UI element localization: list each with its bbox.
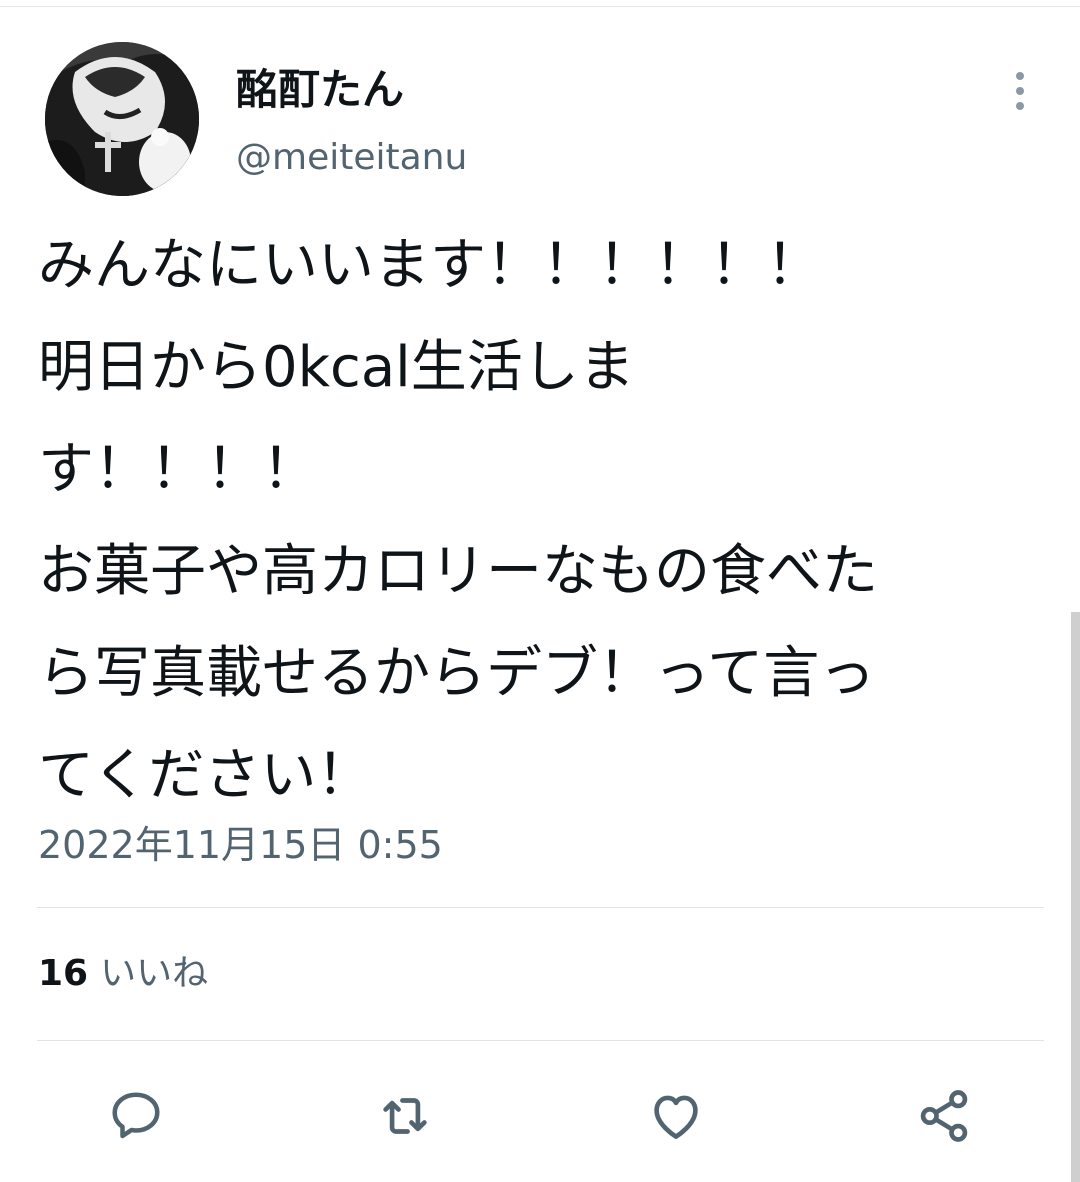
retweet-icon [383, 1098, 427, 1134]
reply-button[interactable] [100, 1080, 172, 1152]
likes-count: 16 [38, 953, 89, 994]
likes-stat[interactable]: 16 いいね [38, 948, 208, 1000]
display-name[interactable]: 酩酊たん [236, 62, 404, 118]
avatar[interactable] [45, 42, 199, 196]
tweet-text-line: す！！！！ [38, 437, 318, 502]
divider [37, 907, 1044, 908]
tweet-text-line: お菓子や高カロリーなもの食べた [38, 539, 878, 604]
heart-icon [654, 1095, 698, 1139]
more-dot-icon [1016, 102, 1024, 110]
tweet-text-line: 明日から0kcal生活しま [38, 335, 635, 400]
divider [37, 1040, 1044, 1041]
share-icon [920, 1090, 968, 1142]
avatar-image [45, 42, 199, 196]
tweet-timestamp[interactable]: 2022年11月15日 0:55 [38, 818, 443, 872]
user-handle[interactable]: @meiteitanu [236, 134, 467, 182]
tweet-text-line: てください！ [38, 743, 373, 808]
tweet-header: 酩酊たん @meiteitanu [0, 0, 1080, 200]
tweet-text: みんなにいいます！！！！！！ 明日から0kcal生活しま す！！！！ お菓子や高… [38, 215, 1038, 827]
likes-label: いいね [100, 953, 209, 994]
retweet-button[interactable] [369, 1080, 441, 1152]
reply-icon [112, 1092, 160, 1139]
more-dot-icon [1016, 87, 1024, 95]
like-button[interactable] [640, 1080, 712, 1152]
tweet-text-line: ら写真載せるからデブ！って言っ [38, 641, 876, 706]
share-button[interactable] [908, 1080, 980, 1152]
more-options-button[interactable] [1002, 66, 1038, 116]
tweet-text-line: みんなにいいます！！！！！！ [38, 233, 822, 298]
more-dot-icon [1016, 72, 1024, 80]
action-bar [0, 1070, 1080, 1160]
